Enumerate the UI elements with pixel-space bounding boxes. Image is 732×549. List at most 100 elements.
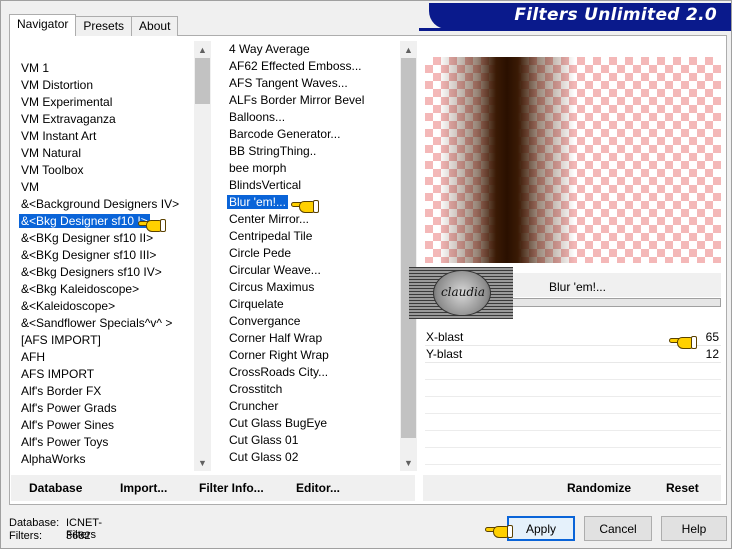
filter-item-label: Cut Glass 01: [229, 433, 299, 447]
filter-item[interactable]: Circular Weave...: [226, 262, 364, 279]
database-button[interactable]: Database: [29, 481, 82, 495]
watermark-circle: claudia: [433, 270, 491, 316]
reset-button[interactable]: Reset: [666, 481, 699, 495]
filter-item-label: Center Mirror...: [229, 212, 310, 226]
filter-item[interactable]: Balloons...: [226, 109, 364, 126]
filter-item[interactable]: Corner Half Wrap: [226, 330, 364, 347]
category-item[interactable]: [AFS IMPORT]: [18, 332, 179, 349]
category-item[interactable]: &<Background Designers IV>: [18, 196, 179, 213]
category-item[interactable]: VM Experimental: [18, 94, 179, 111]
filter-item[interactable]: Corner Right Wrap: [226, 347, 364, 364]
filter-item[interactable]: 4 Way Average: [226, 41, 364, 58]
pointing-hand-icon: [669, 334, 697, 350]
cancel-button[interactable]: Cancel: [584, 516, 652, 541]
category-item-label: &<Background Designers IV>: [21, 197, 180, 211]
category-item[interactable]: &<Bkg Kaleidoscope>: [18, 281, 179, 298]
filter-item-label: AFS Tangent Waves...: [229, 76, 348, 90]
filter-scrollbar[interactable]: ▲ ▼: [400, 41, 417, 471]
filter-item-label: BlindsVertical: [229, 178, 302, 192]
editor-button[interactable]: Editor...: [296, 481, 340, 495]
param-name: X-blast: [426, 330, 464, 344]
tab-navigator[interactable]: Navigator: [9, 14, 77, 36]
category-item[interactable]: VM 1: [18, 60, 179, 77]
param-value[interactable]: 12: [706, 347, 719, 361]
param-empty-row: [425, 414, 721, 431]
category-item[interactable]: Alf's Power Sines: [18, 417, 179, 434]
filter-item[interactable]: Cut Glass BugEye: [226, 415, 364, 432]
category-item-label: Alf's Power Toys: [21, 435, 109, 449]
category-item-label: AFH: [21, 350, 45, 364]
filter-item[interactable]: AFS Tangent Waves...: [226, 75, 364, 92]
category-item-label: Alf's Power Sines: [21, 418, 114, 432]
category-item[interactable]: &<BKg Designer sf10 III>: [18, 247, 179, 264]
help-button[interactable]: Help: [661, 516, 727, 541]
banner-underline: [419, 28, 731, 31]
category-item-label: VM Distortion: [21, 78, 94, 92]
preview-button-bar: Randomize Reset: [423, 475, 721, 501]
pointing-hand-icon: [485, 523, 513, 539]
category-item-label: &<Sandflower Specials^v^ >: [21, 316, 173, 330]
category-item[interactable]: Alf's Border FX: [18, 383, 179, 400]
category-item[interactable]: &<Kaleidoscope>: [18, 298, 179, 315]
category-item[interactable]: Alf's Power Toys: [18, 434, 179, 451]
tab-presets[interactable]: Presets: [75, 16, 133, 36]
tab-bar: Navigator Presets About: [9, 14, 179, 36]
category-item[interactable]: &<Sandflower Specials^v^ >: [18, 315, 179, 332]
category-scroll-thumb[interactable]: [195, 58, 210, 104]
filter-item[interactable]: AF62 Effected Emboss...: [226, 58, 364, 75]
param-empty-row: [425, 363, 721, 380]
filter-item[interactable]: Cruncher: [226, 398, 364, 415]
category-item[interactable]: AFH: [18, 349, 179, 366]
filter-item[interactable]: Cut Glass 02: [226, 449, 364, 466]
import-button[interactable]: Import...: [120, 481, 167, 495]
pointing-hand-icon: [291, 198, 319, 214]
category-item[interactable]: VM Instant Art: [18, 128, 179, 145]
parameter-list: X-blast 65 Y-blast 12: [425, 329, 721, 469]
filter-item[interactable]: Barcode Generator...: [226, 126, 364, 143]
category-item[interactable]: Alf's Power Grads: [18, 400, 179, 417]
tab-about[interactable]: About: [131, 16, 179, 36]
apply-button[interactable]: Apply: [507, 516, 575, 541]
category-item[interactable]: &<Bkg Designers sf10 IV>: [18, 264, 179, 281]
filter-item[interactable]: BB StringThing..: [226, 143, 364, 160]
filter-item-label: Circular Weave...: [229, 263, 321, 277]
filter-item[interactable]: Cirquelate: [226, 296, 364, 313]
category-item-label: VM Extravaganza: [21, 112, 116, 126]
category-item[interactable]: VM Extravaganza: [18, 111, 179, 128]
category-item[interactable]: AFS IMPORT: [18, 366, 179, 383]
filter-item-label: Convergance: [229, 314, 301, 328]
filter-item[interactable]: Circus Maximus: [226, 279, 364, 296]
scroll-down-icon[interactable]: ▼: [194, 454, 211, 471]
filter-item-label: Cirquelate: [229, 297, 284, 311]
preview-filter-name: Blur 'em!...: [549, 280, 606, 294]
category-list[interactable]: VM 1 VM Distortion VM Experimental VM Extra…: [15, 41, 211, 471]
param-value[interactable]: 65: [706, 330, 719, 344]
category-item[interactable]: AlphaWorks: [18, 451, 179, 468]
filter-item[interactable]: BlindsVertical: [226, 177, 364, 194]
filter-item[interactable]: Convergance: [226, 313, 364, 330]
randomize-button[interactable]: Randomize: [567, 481, 631, 495]
filter-scroll-thumb[interactable]: [401, 58, 416, 438]
filter-item-label: Corner Right Wrap: [229, 348, 329, 362]
filter-info-button[interactable]: Filter Info...: [199, 481, 264, 495]
category-item[interactable]: VM Natural: [18, 145, 179, 162]
filter-item[interactable]: Circle Pede: [226, 245, 364, 262]
category-item-label: &<Bkg Designer sf10 I>: [19, 214, 150, 228]
filter-item[interactable]: CrossRoads City...: [226, 364, 364, 381]
filter-item[interactable]: Crosstitch: [226, 381, 364, 398]
filter-item-label: Centripedal Tile: [229, 229, 313, 243]
category-scrollbar[interactable]: ▲ ▼: [194, 41, 211, 471]
category-item[interactable]: VM Toolbox: [18, 162, 179, 179]
filter-item[interactable]: Cut Glass 01: [226, 432, 364, 449]
category-item-label: VM: [21, 180, 39, 194]
filter-item[interactable]: ALFs Border Mirror Bevel: [226, 92, 364, 109]
category-item[interactable]: VM Distortion: [18, 77, 179, 94]
scroll-up-icon[interactable]: ▲: [194, 41, 211, 58]
filter-item[interactable]: Centripedal Tile: [226, 228, 364, 245]
category-item[interactable]: VM: [18, 179, 179, 196]
filter-item[interactable]: bee morph: [226, 160, 364, 177]
filter-list[interactable]: 4 Way Average AF62 Effected Emboss... AFS …: [223, 41, 417, 471]
scroll-up-icon[interactable]: ▲: [400, 41, 417, 58]
status-database-label: Database:: [9, 517, 60, 529]
scroll-down-icon[interactable]: ▼: [400, 454, 417, 471]
